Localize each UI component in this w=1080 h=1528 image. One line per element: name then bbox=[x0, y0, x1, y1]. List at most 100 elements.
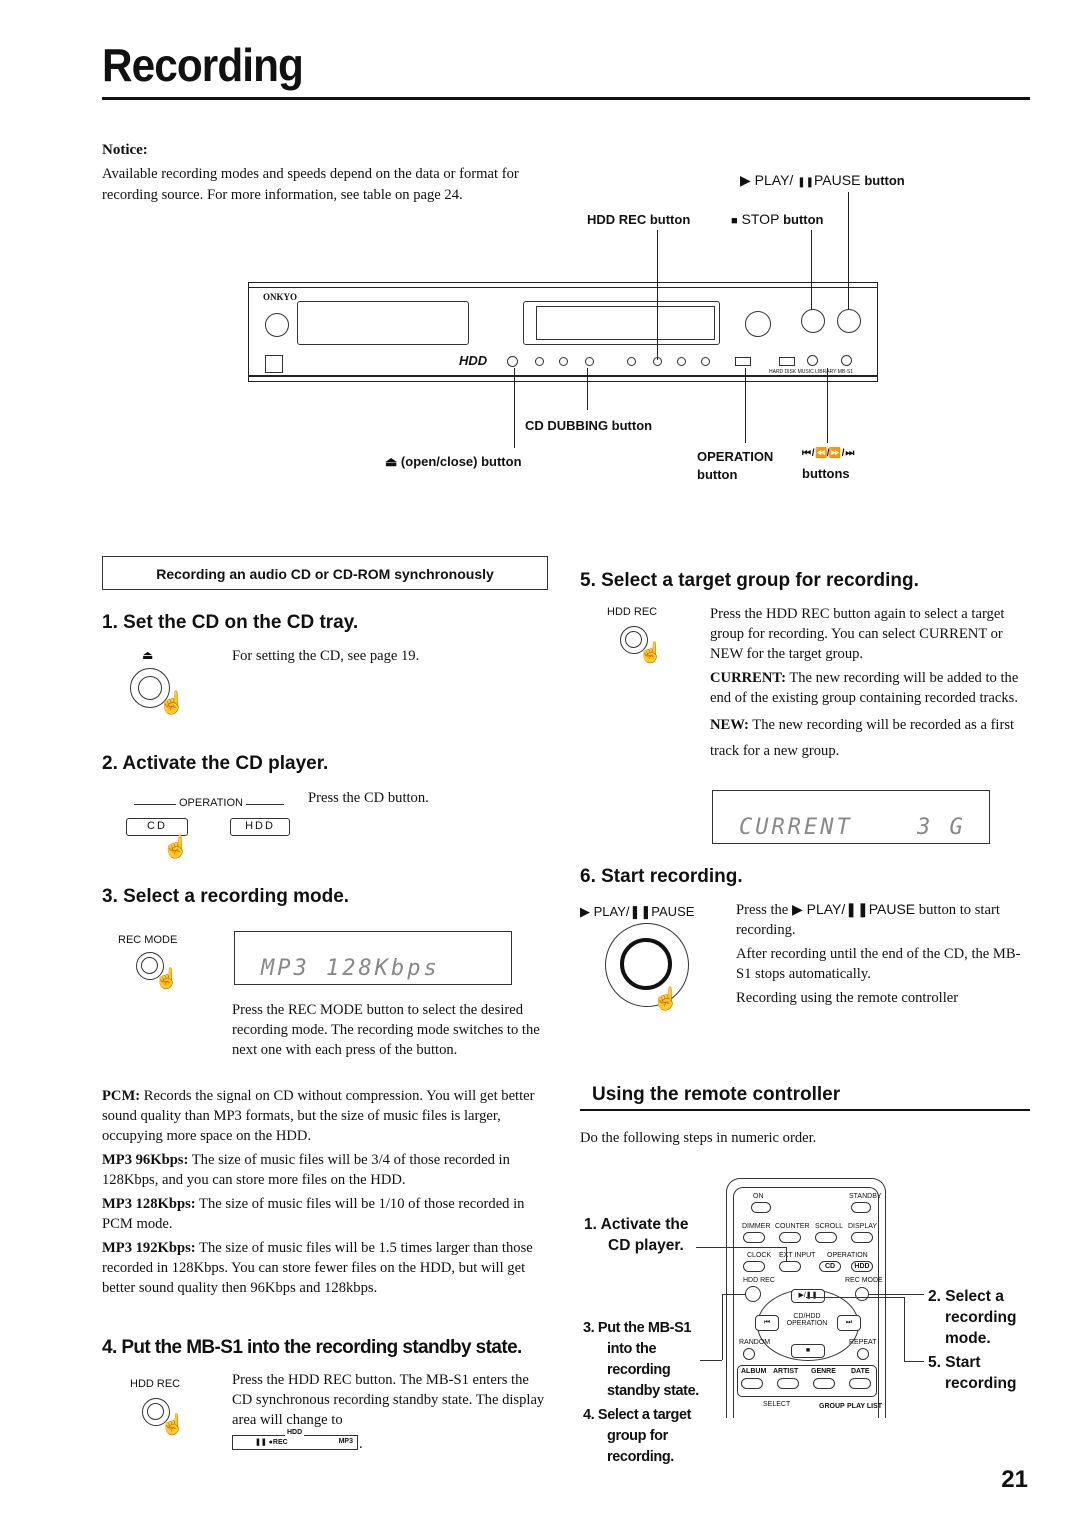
callout-play-pause: ▶ PLAY/ ❚❚PAUSE button bbox=[740, 172, 905, 188]
section-heading-box: Recording an audio CD or CD-ROM synchron… bbox=[102, 556, 548, 590]
open-close-button[interactable] bbox=[507, 356, 518, 367]
skip-back-button[interactable] bbox=[807, 355, 818, 366]
rc-cdhdd-operation-label: CD/HDD OPERATION bbox=[786, 1313, 828, 1327]
rc-dimmer-button[interactable] bbox=[743, 1232, 765, 1243]
step-3-text: Press the REC MODE button to select the … bbox=[232, 1002, 540, 1058]
rc-album-label: ALBUM bbox=[741, 1368, 767, 1375]
leader-line bbox=[786, 1247, 787, 1261]
display-format-indicator: MP3 bbox=[338, 1438, 353, 1445]
rc-scroll-button[interactable] bbox=[815, 1232, 837, 1243]
leader-line bbox=[827, 368, 828, 443]
hdd-rec-label: HDD REC bbox=[607, 606, 658, 618]
leader-line bbox=[904, 1297, 905, 1361]
cd-dubbing-button[interactable] bbox=[585, 357, 594, 366]
play-icon: ▶ bbox=[791, 901, 807, 917]
hdd-rec-button[interactable] bbox=[653, 357, 662, 366]
period: . bbox=[359, 1436, 363, 1452]
rc-stop-button[interactable]: ■ bbox=[791, 1344, 825, 1358]
brand-logo: ONKYO bbox=[263, 292, 298, 302]
rc-artist-button[interactable] bbox=[777, 1378, 799, 1389]
pointing-hand-icon: ☝ bbox=[154, 968, 179, 990]
standby-display-illustration: HDD ❚❚ ●REC MP3 bbox=[232, 1429, 358, 1450]
section-divider bbox=[580, 1109, 1030, 1111]
rec-mode-button[interactable] bbox=[677, 357, 686, 366]
rc-select-label: SELECT bbox=[763, 1401, 791, 1408]
rc-hdd-rec-button[interactable] bbox=[745, 1286, 761, 1302]
button-inner bbox=[620, 938, 672, 990]
rc-rec-mode-button[interactable] bbox=[855, 1287, 869, 1301]
step-2-text: Press the CD button. bbox=[308, 790, 429, 806]
mode-mp3-192: MP3 192Kbps: The size of music files wil… bbox=[102, 1240, 533, 1296]
rc-play-pause-button[interactable]: ▶/❚❚ bbox=[791, 1289, 825, 1303]
rc-scroll-label: SCROLL bbox=[815, 1223, 844, 1230]
play-pause-label: ▶ PLAY/❚❚PAUSE bbox=[580, 904, 695, 919]
rc-on-label: ON bbox=[753, 1193, 764, 1200]
eject-icon: ⏏ bbox=[142, 648, 154, 662]
play-pause-button[interactable] bbox=[837, 309, 861, 333]
multi-jog-dial[interactable] bbox=[745, 311, 771, 337]
remote-control-illustration: ON STANDBY DIMMER COUNTER SCROLL DISPLAY… bbox=[726, 1178, 886, 1418]
text-button[interactable] bbox=[559, 357, 568, 366]
page-title: Recording bbox=[102, 39, 304, 91]
rc-artist-label: ARTIST bbox=[773, 1368, 799, 1375]
mode-pcm: PCM: Records the signal on CD without co… bbox=[102, 1088, 535, 1144]
step-6-heading: 6. Start recording. bbox=[580, 866, 743, 887]
rc-counter-button[interactable] bbox=[779, 1232, 801, 1243]
rc-display-button[interactable] bbox=[851, 1232, 873, 1243]
leader-line bbox=[806, 1297, 904, 1298]
pointing-hand-icon: ☝ bbox=[652, 986, 680, 1011]
pointing-hand-icon: ☝ bbox=[638, 642, 663, 664]
step-1-heading: 1. Set the CD on the CD tray. bbox=[102, 612, 359, 633]
step-4-text: Press the HDD REC button. The MB-S1 ente… bbox=[232, 1372, 545, 1428]
rc-repeat-button[interactable] bbox=[857, 1348, 869, 1360]
standby-on-button[interactable] bbox=[265, 313, 289, 337]
callout-operation: OPERATION button bbox=[697, 449, 774, 482]
rc-hdd-rec-label: HDD REC bbox=[743, 1277, 775, 1284]
rc-album-button[interactable] bbox=[741, 1378, 763, 1389]
rc-cd-button[interactable]: CD bbox=[819, 1261, 841, 1272]
display-button[interactable] bbox=[535, 357, 544, 366]
operation-label: OPERATION bbox=[176, 797, 246, 809]
leader-line bbox=[587, 368, 588, 410]
leader-line bbox=[904, 1361, 924, 1362]
pointing-hand-icon: ☝ bbox=[162, 834, 190, 859]
rc-on-button[interactable] bbox=[751, 1202, 771, 1213]
rc-operation-label: OPERATION bbox=[827, 1252, 868, 1259]
stop-icon: ■ bbox=[731, 215, 738, 227]
rc-counter-label: COUNTER bbox=[775, 1223, 810, 1230]
leader-line bbox=[514, 368, 515, 448]
rc-hdd-button[interactable]: HDD bbox=[851, 1261, 873, 1272]
rc-skip-forward-button[interactable]: ⏭ bbox=[837, 1315, 861, 1331]
rc-random-button[interactable] bbox=[743, 1348, 755, 1360]
display-area bbox=[536, 306, 715, 340]
remote-callout-1: 1. Activate the CD player. bbox=[584, 1216, 689, 1254]
remote-callout-4: 4. Select a target group for recording. bbox=[583, 1407, 692, 1465]
callout-skip: ⏮ / ⏪/⏩ / ⏭ buttons bbox=[802, 444, 854, 484]
skip-forward-button[interactable] bbox=[841, 355, 852, 366]
pointing-hand-icon: ☝ bbox=[160, 1414, 185, 1436]
favorite-button[interactable] bbox=[627, 357, 636, 366]
step-6-text-block: Press the ▶ PLAY/❚❚PAUSE button to start… bbox=[736, 899, 1030, 1008]
leader-line bbox=[700, 1360, 722, 1361]
rc-ext-input-label: EXT INPUT bbox=[779, 1252, 816, 1259]
lcd-display-target-group: CURRENT 3 G bbox=[712, 790, 990, 844]
rc-clock-button[interactable] bbox=[743, 1261, 765, 1272]
callout-open-close: ⏏ (open/close) button bbox=[385, 454, 522, 469]
operation-hdd-button[interactable] bbox=[779, 357, 795, 366]
rc-ext-input-button[interactable] bbox=[779, 1261, 801, 1272]
external-input-button[interactable] bbox=[701, 357, 710, 366]
stop-button[interactable] bbox=[801, 309, 825, 333]
operation-cd-button[interactable] bbox=[735, 357, 751, 366]
rc-skip-back-button[interactable]: ⏮ bbox=[755, 1315, 779, 1331]
display-rec-indicator: ❚❚ ●REC bbox=[255, 1439, 288, 1446]
rc-date-button[interactable] bbox=[849, 1378, 871, 1389]
lcd-group-number: 3 G bbox=[917, 815, 966, 840]
step-6-text: Press the ▶ PLAY/❚❚PAUSE button to start… bbox=[736, 901, 1000, 938]
cd-tray bbox=[297, 301, 469, 345]
rc-date-label: DATE bbox=[851, 1368, 870, 1375]
rc-genre-button[interactable] bbox=[813, 1378, 835, 1389]
play-pause-inline: ▶ PLAY/❚❚PAUSE bbox=[791, 901, 916, 917]
rc-standby-button[interactable] bbox=[851, 1202, 871, 1213]
hdd-button-illustration: HDD bbox=[230, 818, 290, 836]
skip-icons: ⏮ / ⏪/⏩ / ⏭ bbox=[802, 448, 854, 459]
